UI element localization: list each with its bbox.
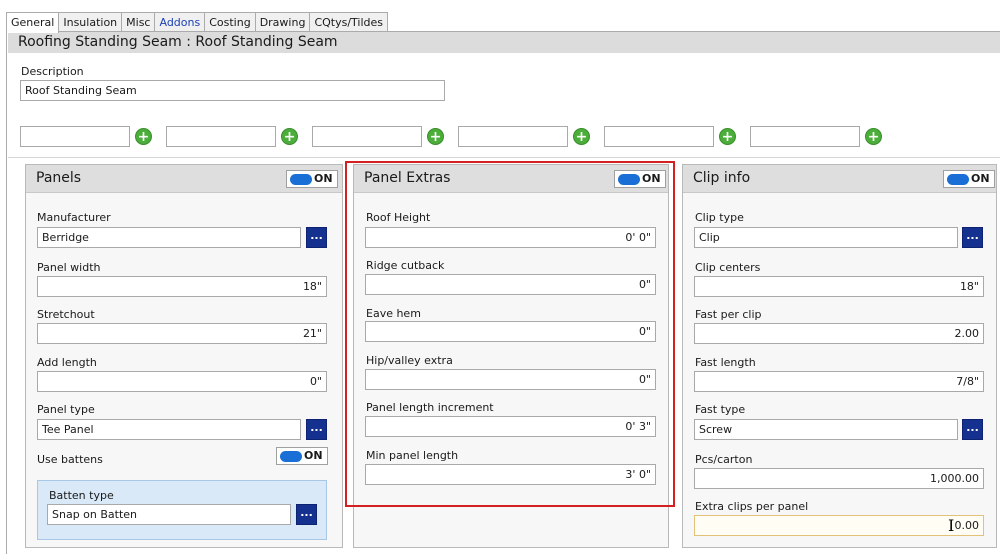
tab-misc[interactable]: Misc [121,12,156,32]
tab-drawing[interactable]: Drawing [254,12,311,32]
extra-field-5[interactable] [604,126,714,147]
stretchout-label: Stretchout [37,308,95,321]
description-label: Description [21,65,84,78]
page-title: Roofing Standing Seam : Roof Standing Se… [8,32,1000,53]
clip-centers-field[interactable]: 18" [694,276,984,297]
toggle-label: ON [304,449,323,462]
fast-per-clip-label: Fast per clip [695,308,762,321]
fast-length-label: Fast length [695,356,756,369]
batten-type-label: Batten type [49,489,114,502]
plus-circle-icon[interactable]: + [573,128,590,145]
extra-field-3[interactable] [312,126,422,147]
panels-title: Panels [36,170,82,186]
extra-clips-per-panel-label: Extra clips per panel [695,500,809,513]
stretchout-field[interactable]: 21" [37,323,327,344]
section-divider [8,157,1000,158]
fast-type-label: Fast type [695,403,746,416]
toggle-knob-icon [280,451,302,462]
batten-type-browse-button[interactable]: ... [296,504,317,525]
panel-type-label: Panel type [37,403,95,416]
plus-circle-icon[interactable]: + [281,128,298,145]
use-battens-label: Use battens [37,453,103,466]
extra-field-1[interactable] [20,126,130,147]
fast-per-clip-field[interactable]: 2.00 [694,323,984,344]
toggle-label: ON [314,172,333,185]
fast-type-field[interactable]: Screw [694,419,958,440]
add-length-label: Add length [37,356,97,369]
extra-field-6[interactable] [750,126,860,147]
clip-info-title: Clip info [693,170,751,186]
add-length-field[interactable]: 0" [37,371,327,392]
clip-type-browse-button[interactable]: ... [962,227,983,248]
text-cursor-icon: I [948,516,955,535]
tab-strip: General Insulation Misc Addons Costing D… [6,12,389,33]
panel-width-field[interactable]: 18" [37,276,327,297]
panel-type-browse-button[interactable]: ... [306,419,327,440]
fast-type-browse-button[interactable]: ... [962,419,983,440]
extra-clips-per-panel-field[interactable]: 0.00 [694,515,984,536]
toggle-label: ON [971,172,990,185]
manufacturer-browse-button[interactable]: ... [306,227,327,248]
clip-info-header: Clip info ON [683,165,996,193]
clip-type-field[interactable]: Clip [694,227,958,248]
toggle-knob-icon [947,174,969,185]
manufacturer-field[interactable]: Berridge [37,227,301,248]
panel-type-field[interactable]: Tee Panel [37,419,301,440]
tab-general[interactable]: General [6,12,60,33]
extra-field-4[interactable] [458,126,568,147]
pcs-carton-field[interactable]: 1,000.00 [694,468,984,489]
tab-costing[interactable]: Costing [204,12,256,32]
use-battens-toggle[interactable]: ON [276,447,328,465]
tab-insulation[interactable]: Insulation [58,12,123,32]
panels-toggle[interactable]: ON [286,170,338,188]
clip-type-label: Clip type [695,211,744,224]
tab-cqtys-tildes[interactable]: CQtys/Tildes [309,12,389,32]
plus-circle-icon[interactable]: + [865,128,882,145]
fast-length-field[interactable]: 7/8" [694,371,984,392]
plus-circle-icon[interactable]: + [135,128,152,145]
clip-info-toggle[interactable]: ON [943,170,995,188]
clip-centers-label: Clip centers [695,261,761,274]
plus-circle-icon[interactable]: + [719,128,736,145]
manufacturer-label: Manufacturer [37,211,111,224]
batten-type-field[interactable]: Snap on Batten [47,504,291,525]
panel-width-label: Panel width [37,261,101,274]
extra-field-2[interactable] [166,126,276,147]
pcs-carton-label: Pcs/carton [695,453,753,466]
highlight-frame [345,161,675,507]
toggle-knob-icon [290,174,312,185]
plus-circle-icon[interactable]: + [427,128,444,145]
panels-header: Panels ON [26,165,342,193]
description-field[interactable]: Roof Standing Seam [20,80,445,101]
tab-addons[interactable]: Addons [154,12,206,32]
